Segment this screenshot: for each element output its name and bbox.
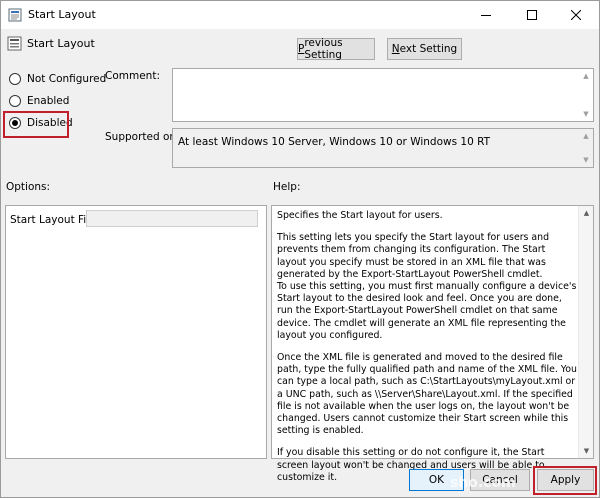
start-layout-file-input[interactable] [86,210,258,227]
supported-on-value: At least Windows 10 Server, Windows 10 o… [178,136,491,148]
next-setting-underlined: N [391,43,400,55]
scroll-down-icon[interactable]: ▼ [583,156,588,164]
scroll-up-icon[interactable]: ▲ [583,72,588,80]
policy-setting-icon [7,36,22,51]
previous-setting-label: revious Setting [304,37,343,61]
scroll-up-icon[interactable]: ▲ [579,209,594,217]
supported-on-scrollbar[interactable]: ▲ ▼ [579,129,593,167]
radio-enabled[interactable]: Enabled [9,95,69,107]
policy-dialog-window: Start Layout Start Layout Previous Setti… [0,0,600,498]
options-pane: Start Layout File [5,205,267,459]
help-paragraph: To use this setting, you must first manu… [277,281,577,341]
scroll-up-icon[interactable]: ▲ [583,132,588,140]
help-paragraph: Specifies the Start layout for users. [277,210,443,221]
comment-scrollbar[interactable]: ▲ ▼ [579,69,593,121]
close-icon [571,10,581,20]
comment-label: Comment: [105,70,160,82]
radio-button-not-configured[interactable] [9,73,21,85]
start-layout-file-label: Start Layout File [10,214,96,226]
disabled-highlight-box [3,111,69,138]
previous-setting-button[interactable]: Previous Setting [297,37,375,61]
radio-label-not-configured: Not Configured [27,73,107,85]
scroll-down-icon[interactable]: ▼ [583,110,588,118]
help-text: Specifies the Start layout for users. Th… [277,210,577,494]
policy-document-icon [8,8,22,22]
supported-on-label: Supported on: [105,131,180,143]
radio-button-enabled[interactable] [9,95,21,107]
scroll-down-icon[interactable]: ▼ [579,447,594,455]
help-paragraph: Once the XML file is generated and moved… [277,352,577,437]
next-setting-button[interactable]: Next Setting [387,38,462,60]
help-scrollbar[interactable]: ▲ ▼ [578,206,593,458]
setting-title: Start Layout [27,37,95,50]
options-label: Options: [6,181,51,193]
supported-on-field: At least Windows 10 Server, Windows 10 o… [172,128,594,168]
help-paragraph: This setting lets you specify the Start … [277,232,550,280]
title-bar[interactable]: Start Layout [1,1,599,29]
maximize-icon [527,10,537,20]
minimize-icon [481,15,491,16]
close-button[interactable] [553,1,599,29]
radio-not-configured[interactable]: Not Configured [9,73,106,85]
help-pane[interactable]: Specifies the Start layout for users. Th… [271,205,594,483]
next-setting-label: ext Setting [399,43,458,55]
watermark-text: sho.com [450,475,516,491]
maximize-button[interactable] [509,1,555,29]
apply-highlight-box [533,466,597,495]
minimize-button[interactable] [463,1,509,29]
radio-label-enabled: Enabled [27,95,70,107]
help-label: Help: [273,181,301,193]
window-title: Start Layout [28,8,96,21]
comment-textarea[interactable]: ▲ ▼ [172,68,594,122]
